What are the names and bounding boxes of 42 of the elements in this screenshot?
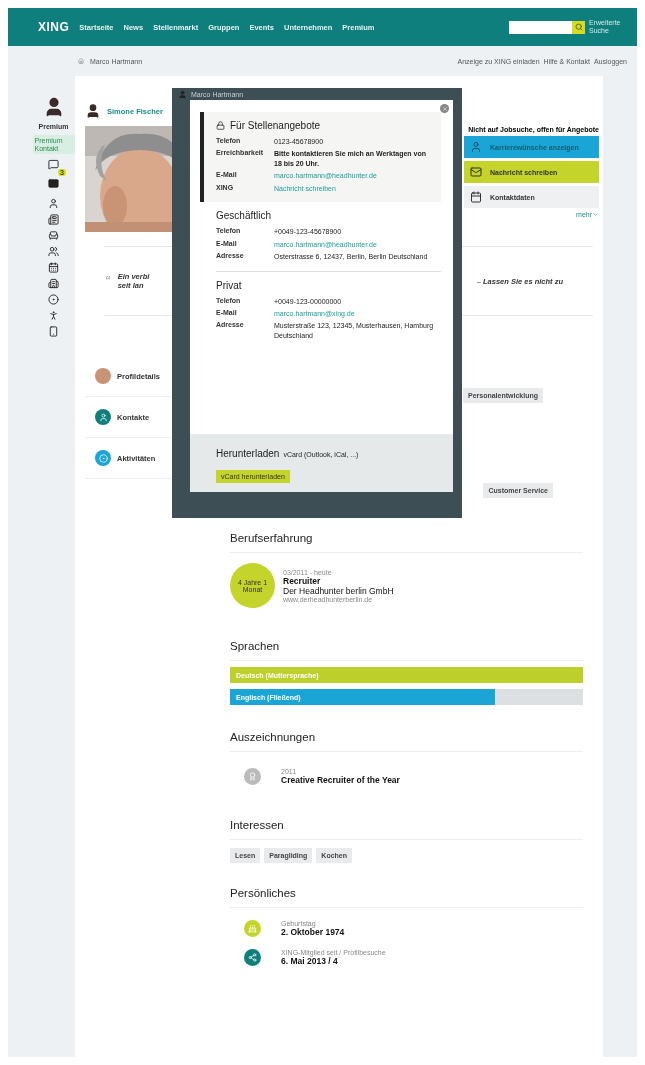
- contacts-icon: [95, 409, 111, 425]
- cake-icon: [244, 920, 261, 937]
- job-title: Recruiter: [283, 575, 322, 586]
- section-title: Persönliches: [230, 879, 583, 908]
- avatar: [178, 89, 187, 99]
- close-button[interactable]: [440, 104, 449, 113]
- award-name: Creative Recruiter of the Year: [281, 775, 400, 785]
- download-title: Herunterladen: [216, 448, 280, 459]
- logo[interactable]: XING: [38, 20, 70, 34]
- armchair-icon[interactable]: [48, 230, 59, 242]
- close-icon: [441, 105, 448, 112]
- quote-mark: “: [105, 273, 110, 289]
- search-field[interactable]: [509, 20, 585, 34]
- company-name: Der Headhunter berlin GmbH: [283, 585, 394, 596]
- activity-icon: [95, 450, 111, 466]
- section-title: Interessen: [230, 811, 583, 840]
- calendar-icon[interactable]: [48, 262, 59, 274]
- avatar: [95, 368, 111, 384]
- dot-icon[interactable]: [48, 294, 59, 306]
- section-title: Berufserfahrung: [230, 524, 583, 553]
- person-icon[interactable]: [48, 310, 59, 322]
- award-icon: [244, 768, 261, 785]
- section-title: Auszeichnungen: [230, 723, 583, 752]
- speech-bubble-icon[interactable]: [48, 159, 59, 171]
- section-title: Sprachen: [230, 632, 583, 661]
- calendar-icon: [470, 191, 482, 203]
- lock-icon: [216, 121, 225, 130]
- info-value: 2. Oktober 1974: [281, 927, 345, 937]
- person-icon[interactable]: [48, 198, 59, 210]
- newspaper-icon[interactable]: [48, 214, 59, 226]
- smartphone-icon[interactable]: [48, 326, 59, 338]
- avatar[interactable]: [85, 103, 101, 119]
- section-title: Privat: [216, 279, 242, 291]
- section-title: Geschäftlich: [216, 210, 272, 222]
- section-title: Für Stellenangebote: [230, 120, 321, 131]
- info-value: 6. Mai 2013 / 4: [281, 956, 339, 966]
- search-button[interactable]: [572, 20, 585, 34]
- caret-icon: [592, 211, 599, 218]
- people-icon[interactable]: [48, 246, 59, 258]
- share-icon: [244, 949, 261, 966]
- person-icon: [470, 141, 482, 153]
- building-icon[interactable]: [48, 278, 59, 290]
